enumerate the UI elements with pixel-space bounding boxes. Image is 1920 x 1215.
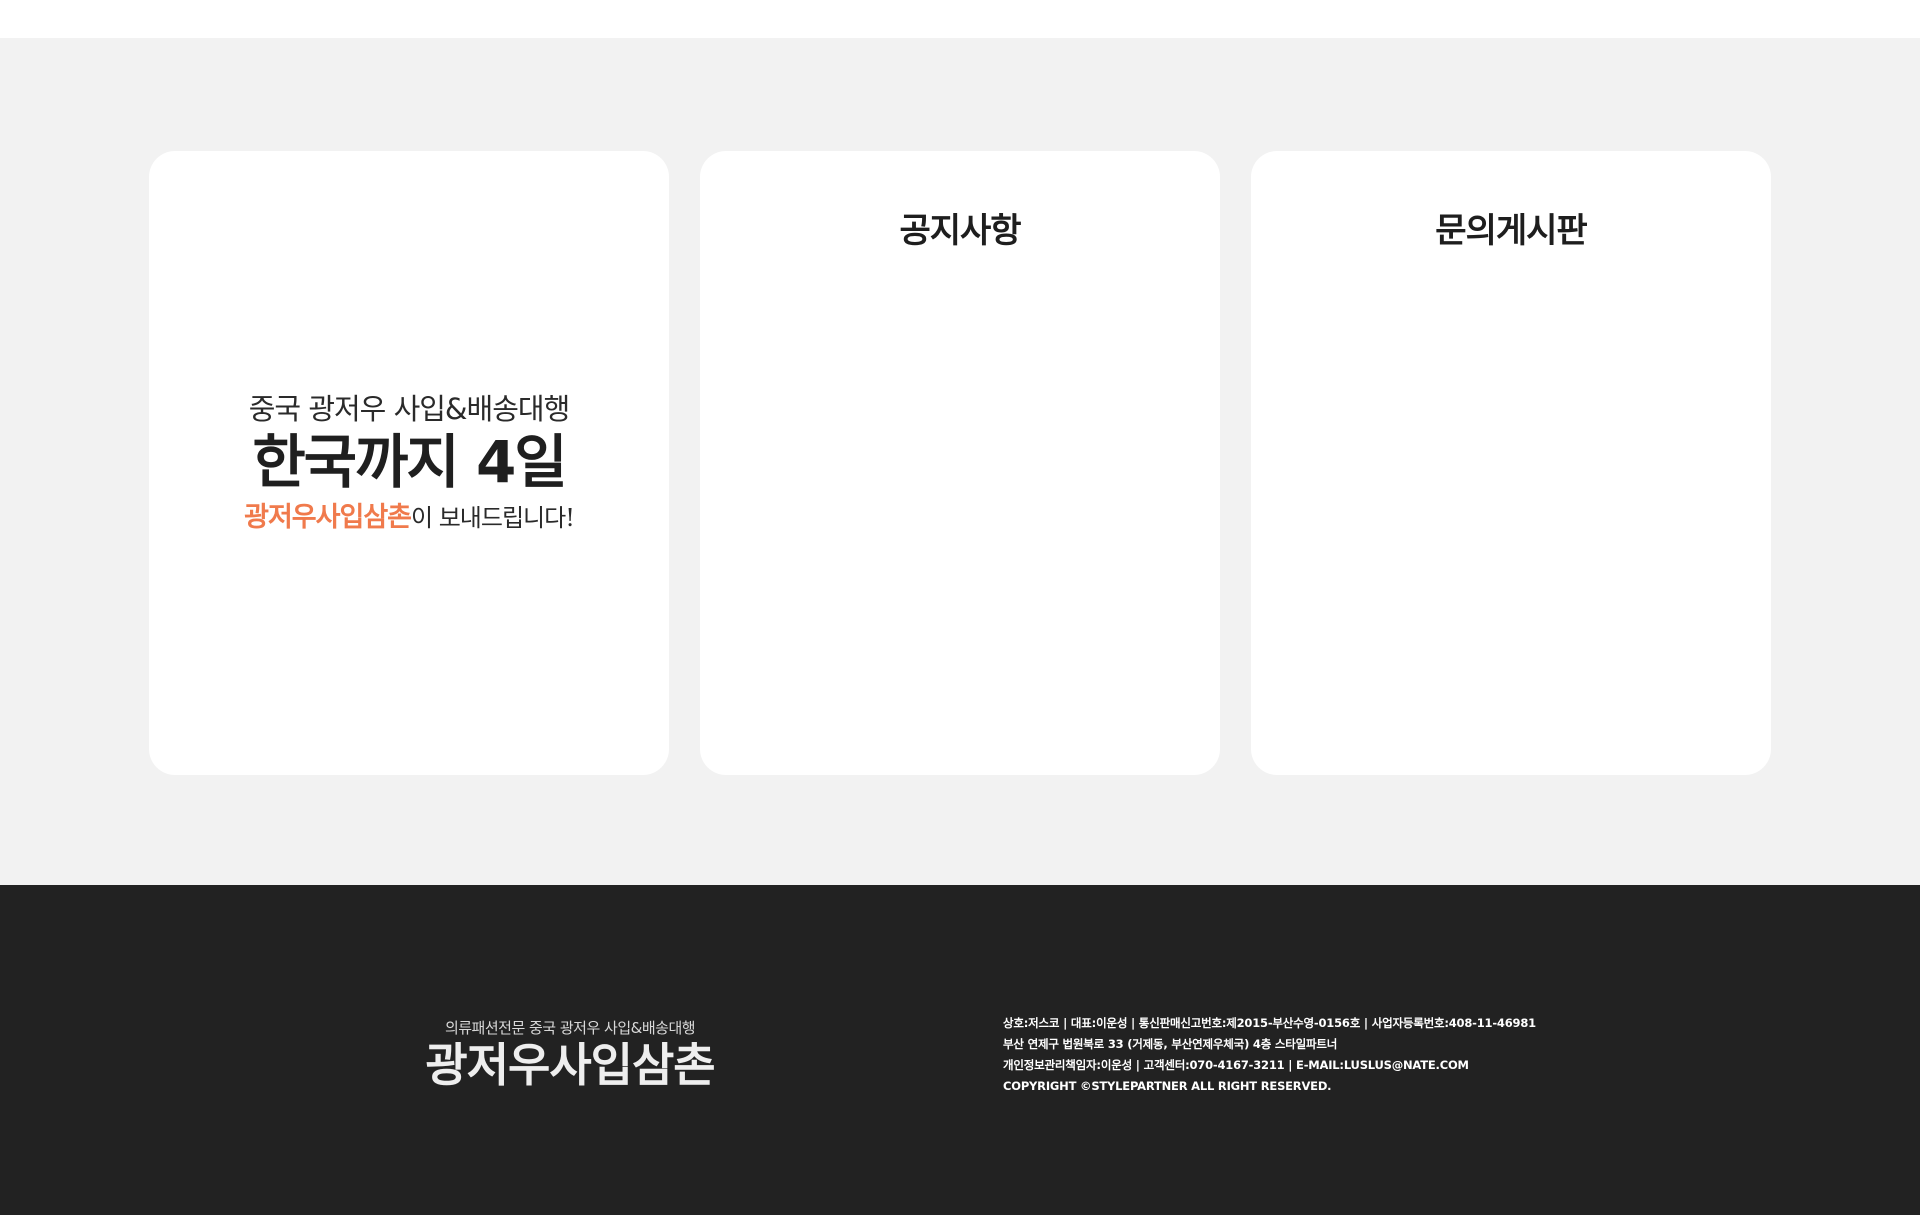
footer-info-line-address: 부산 연제구 법원북로 33 (거제동, 부산연제우체국) 4층 스타일파트너 [1003, 1037, 1338, 1051]
notice-board-title[interactable]: 공지사항 [700, 203, 1220, 252]
inquiry-board-title[interactable]: 문의게시판 [1251, 203, 1771, 252]
promo-subtitle: 중국 광저우 사입&배송대행 [248, 392, 571, 426]
inquiry-board-card: 문의게시판 [1251, 151, 1771, 775]
footer-company-info: 상호:저스코 | 대표:이운성 | 통신판매신고번호:제2015-부산수영-01… [1003, 1013, 1823, 1097]
footer-logo[interactable]: 의류패션전문 중국 광저우 사입&배송대행 광저우사입삼촌 [345, 1018, 795, 1092]
main-content: 중국 광저우 사입&배송대행 한국까지 4일 광저우사입삼촌이 보내드립니다! … [0, 38, 1920, 885]
inquiry-board-list [1281, 281, 1741, 745]
notice-board-list [730, 281, 1190, 745]
footer-info-line-contact: 개인정보관리책임자:이운성 | 고객센터:070-4167-3211 | E-M… [1003, 1058, 1469, 1072]
footer: 의류패션전문 중국 광저우 사입&배송대행 광저우사입삼촌 상호:저스코 | 대… [0, 885, 1920, 1215]
footer-tagline: 의류패션전문 중국 광저우 사입&배송대행 [444, 1019, 696, 1037]
promo-tail-text: 이 보내드립니다! [411, 504, 575, 532]
promo-tagline: 광저우사입삼촌이 보내드립니다! [149, 501, 669, 538]
notice-board-card: 공지사항 [700, 151, 1220, 775]
top-strip [0, 0, 1920, 38]
promo-headline: 한국까지 4일 [252, 428, 567, 496]
footer-brand: 광저우사입삼촌 [425, 1038, 715, 1092]
promo-banner-card[interactable]: 중국 광저우 사입&배송대행 한국까지 4일 광저우사입삼촌이 보내드립니다! [149, 151, 669, 775]
footer-info-line-copyright: COPYRIGHT ©STYLEPARTNER ALL RIGHT RESERV… [1003, 1079, 1332, 1093]
footer-info-line-business: 상호:저스코 | 대표:이운성 | 통신판매신고번호:제2015-부산수영-01… [1003, 1016, 1536, 1030]
promo-text-block: 중국 광저우 사입&배송대행 한국까지 4일 광저우사입삼촌이 보내드립니다! [149, 391, 669, 538]
promo-brand-name: 광저우사입삼촌 [244, 502, 412, 533]
